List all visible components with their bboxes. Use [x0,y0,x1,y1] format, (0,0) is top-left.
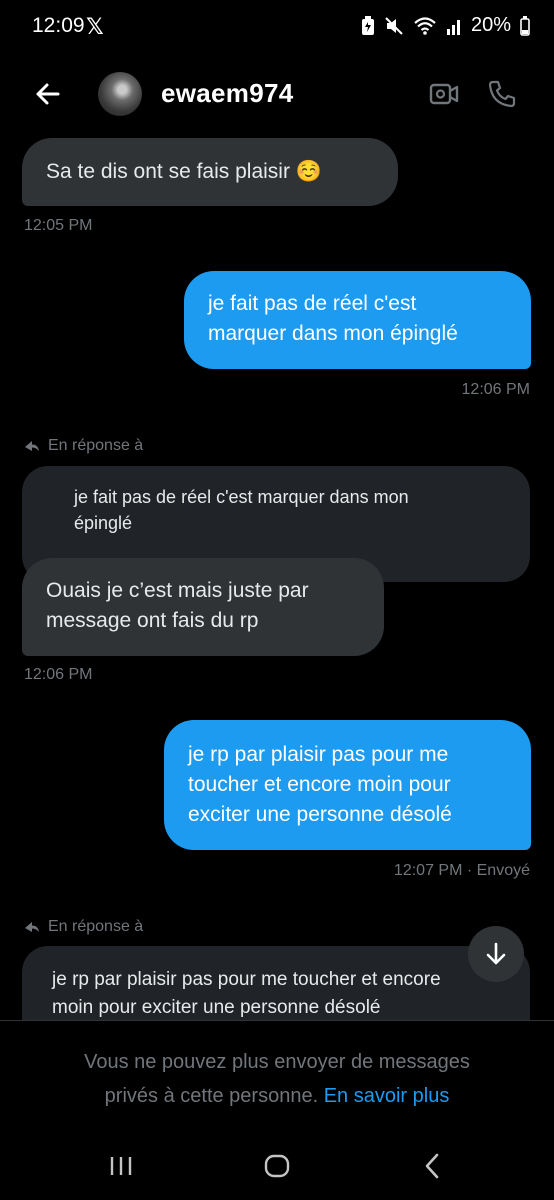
status-icons: 20% [361,14,530,37]
message-text: Sa te dis ont se fais plaisir ☺️ [46,160,322,183]
notice-line-prefix: privés à cette personne. [104,1085,319,1107]
message-text-line: Ouais je c’est mais juste par [46,579,309,602]
dm-disabled-notice: Vous ne pouvez plus envoyer de messages … [0,1020,554,1131]
conversation-username[interactable]: ewaem974 [161,78,294,109]
quoted-text-line: épinglé [74,513,133,533]
learn-more-link[interactable]: En savoir plus [324,1085,450,1107]
quoted-text-line: je fait pas de réel c'est marquer dans m… [74,487,409,507]
reply-indicator: En réponse à [24,437,143,455]
home-button[interactable] [264,1154,290,1178]
system-navigation-bar [0,1130,554,1200]
recent-apps-icon [110,1157,132,1175]
message-text-line: marquer dans mon épinglé [208,322,458,345]
conversation-header: ewaem974 [0,56,554,132]
notice-line: privés à cette personne. En savoir plus [0,1079,554,1113]
mute-icon [384,16,404,36]
reply-indicator: En réponse à [24,918,143,936]
signal-icon [446,16,462,36]
message-text-line: message ont fais du rp [46,609,259,632]
outgoing-message[interactable]: je rp par plaisir pas pour me toucher et… [164,720,531,850]
message-timestamp: 12:06 PM [461,381,530,398]
quoted-text-line: je rp par plaisir pas pour me toucher et… [52,969,441,990]
x-logo: 𝕏 [86,14,104,39]
voice-call-button[interactable] [486,78,518,110]
reply-label: En réponse à [48,437,144,454]
video-camera-icon [429,83,459,105]
notice-line: Vous ne pouvez plus envoyer de messages [84,1051,470,1073]
message-text-line: exciter une personne désolé [188,803,452,826]
reply-arrow-icon [25,441,39,451]
message-text-line: je fait pas de réel c'est [208,292,417,315]
incoming-message[interactable]: Sa te dis ont se fais plaisir ☺️ [22,138,398,206]
back-chevron-icon [425,1153,439,1179]
incoming-message[interactable]: Ouais je c’est mais juste par message on… [22,558,384,656]
scroll-to-bottom-button[interactable] [468,926,524,982]
back-button[interactable] [30,76,66,112]
message-timestamp: 12:05 PM [24,217,93,234]
outgoing-message[interactable]: je fait pas de réel c'est marquer dans m… [184,271,531,369]
video-call-button[interactable] [428,78,460,110]
notice-text: Vous ne pouvez plus envoyer de messages … [0,1045,554,1113]
reply-arrow-icon [25,922,39,932]
wifi-icon [413,16,437,36]
recent-apps-button[interactable] [108,1156,134,1176]
reply-label: En réponse à [48,918,144,935]
battery-saver-icon [361,15,375,36]
arrow-down-icon [486,942,506,965]
battery-percent: 20% [470,14,511,36]
avatar[interactable] [98,72,142,116]
message-timestamp: 12:06 PM [24,666,93,683]
status-bar: 12:09 𝕏 20% [0,0,554,56]
quoted-text-line: moin pour exciter une personne désolé [52,997,381,1018]
battery-icon [520,15,530,36]
message-text-line: je rp par plaisir pas pour me [188,743,449,766]
system-back-button[interactable] [422,1152,442,1180]
phone-icon [488,80,516,108]
message-text-line: toucher et encore moin pour [188,773,451,796]
home-icon [264,1154,290,1178]
message-timestamp: 12:07 PM · Envoyé [393,862,530,879]
status-time: 12:09 [32,14,85,37]
arrow-left-icon [36,83,60,105]
